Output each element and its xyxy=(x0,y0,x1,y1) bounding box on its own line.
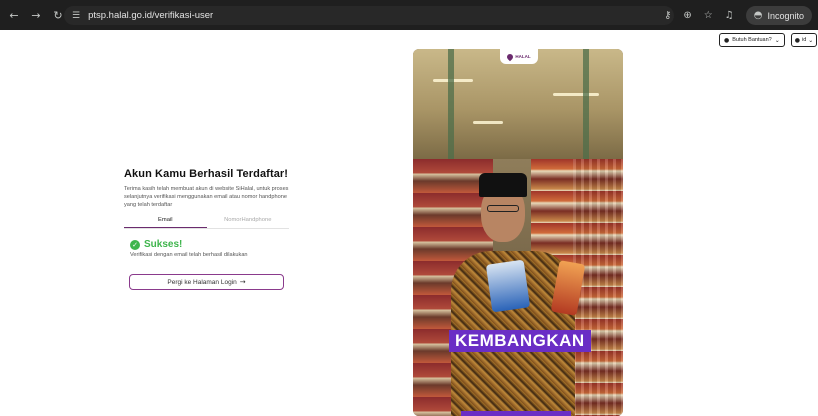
globe-icon: ● xyxy=(794,36,800,44)
browser-actions: ⚷ ⊕ ☆ ♫ ◓ Incognito xyxy=(664,6,812,25)
halal-logo: HALAL xyxy=(500,49,538,64)
ceiling-light xyxy=(553,93,599,96)
bookmark-star-icon[interactable]: ☆ xyxy=(704,10,713,21)
ceiling-beam xyxy=(583,49,589,159)
forward-icon[interactable]: → xyxy=(28,7,44,23)
video-person-glasses xyxy=(487,205,519,212)
verification-tabs: Email NomorHandphone xyxy=(124,217,290,230)
success-description: Verifikasi dengan email telah berhasil d… xyxy=(130,252,248,259)
video-caption: KEMBANGKAN xyxy=(449,330,591,352)
arrow-right-icon: → xyxy=(239,278,246,287)
page-description: Terima kasih telah membuat akun di websi… xyxy=(124,186,289,208)
address-bar[interactable]: ☰ ptsp.halal.go.id/verifikasi-user xyxy=(64,6,674,25)
video-person-cap xyxy=(479,173,527,197)
chevron-down-icon: ⌄ xyxy=(808,36,814,44)
ceiling-beam xyxy=(448,49,454,159)
language-label: id xyxy=(801,37,807,43)
incognito-icon: ◓ xyxy=(753,10,763,21)
site-settings-icon[interactable]: ☰ xyxy=(72,11,80,21)
media-icon[interactable]: ♫ xyxy=(725,10,734,21)
language-select[interactable]: ● id ⌄ xyxy=(791,33,817,47)
zoom-icon[interactable]: ⊕ xyxy=(683,10,691,21)
ceiling-light xyxy=(473,121,503,124)
password-key-icon[interactable]: ⚷ xyxy=(664,10,671,21)
video-caption-secondary xyxy=(461,411,571,416)
login-button-label: Pergi ke Halaman Login xyxy=(167,278,237,286)
halal-logo-icon xyxy=(506,52,515,61)
chevron-down-icon: ⌄ xyxy=(774,36,780,44)
back-icon[interactable]: ← xyxy=(6,7,22,23)
browser-toolbar: ← → ↻ ☰ ptsp.halal.go.id/verifikasi-user… xyxy=(0,0,818,30)
promo-video[interactable]: HALAL KEMBANGKAN xyxy=(413,49,623,416)
check-circle-icon: ✓ xyxy=(130,239,140,250)
tab-email[interactable]: Email xyxy=(124,217,207,229)
video-product-pack xyxy=(485,259,531,313)
incognito-label: Incognito xyxy=(767,10,804,21)
help-button[interactable]: ● Butuh Bantuan? ⌄ xyxy=(719,33,785,47)
question-icon: ● xyxy=(724,36,730,44)
halal-logo-text: HALAL xyxy=(515,54,531,59)
incognito-indicator[interactable]: ◓ Incognito xyxy=(745,6,812,25)
help-label: Butuh Bantuan? xyxy=(732,37,772,43)
verification-panel: Akun Kamu Berhasil Terdaftar! Terima kas… xyxy=(124,168,294,291)
url-text[interactable]: ptsp.halal.go.id/verifikasi-user xyxy=(88,10,213,21)
success-title: Sukses! xyxy=(144,239,183,251)
video-scene-ceiling xyxy=(413,49,623,159)
tab-phone[interactable]: NomorHandphone xyxy=(207,217,290,228)
go-to-login-button[interactable]: Pergi ke Halaman Login → xyxy=(129,274,284,291)
success-message: ✓ Sukses! xyxy=(124,239,294,250)
page-title: Akun Kamu Berhasil Terdaftar! xyxy=(124,168,289,180)
